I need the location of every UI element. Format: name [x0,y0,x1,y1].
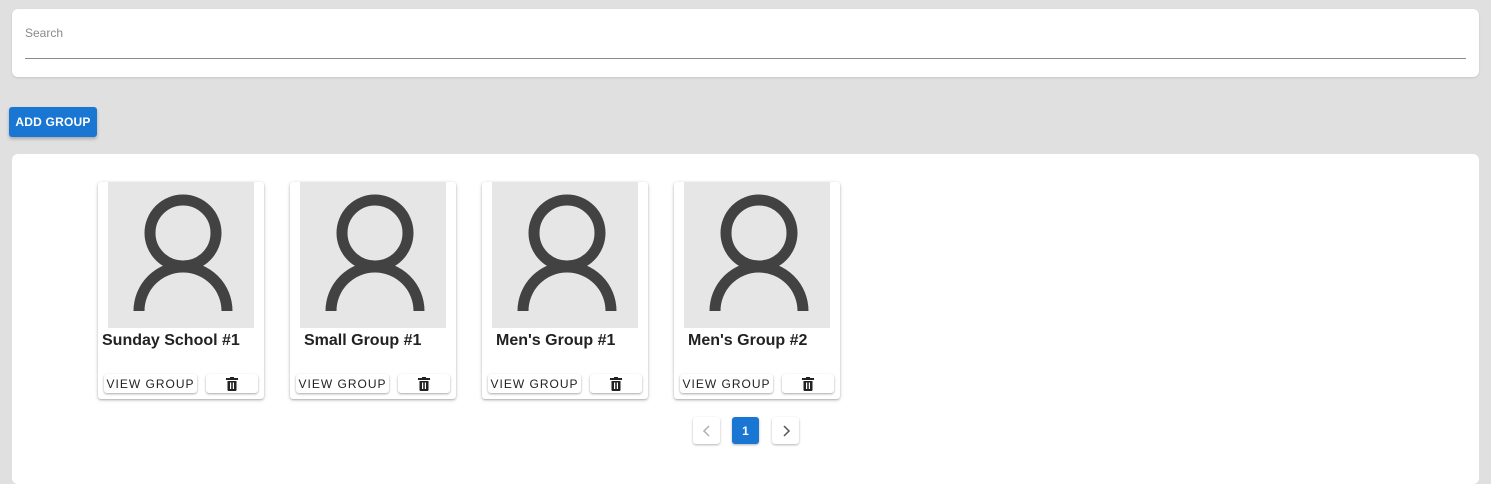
group-card: Small Group #1 VIEW GROUP [290,182,456,399]
delete-group-button[interactable] [206,374,258,393]
pagination-page-button[interactable]: 1 [732,417,759,444]
chevron-right-icon [782,424,790,437]
view-group-button[interactable]: VIEW GROUP [296,374,389,393]
group-avatar [492,182,638,328]
search-card: Search [12,9,1479,77]
group-avatar [108,182,254,328]
delete-group-button[interactable] [398,374,450,393]
group-card: Men's Group #2 VIEW GROUP [674,182,840,399]
group-name: Small Group #1 [304,332,422,349]
search-input[interactable] [25,39,1466,57]
group-avatar [684,182,830,328]
add-group-button[interactable]: ADD GROUP [9,107,97,137]
pagination-prev-button[interactable] [693,417,720,444]
chevron-left-icon [702,424,710,437]
group-name: Men's Group #2 [688,332,808,349]
view-group-button[interactable]: VIEW GROUP [488,374,581,393]
view-group-button[interactable]: VIEW GROUP [680,374,773,393]
pagination-next-button[interactable] [772,417,799,444]
search-label: Search [25,26,64,40]
trash-icon [802,376,814,391]
delete-group-button[interactable] [590,374,642,393]
group-name: Sunday School #1 [102,332,240,349]
trash-icon [418,376,430,391]
group-card: Men's Group #1 VIEW GROUP [482,182,648,399]
user-placeholder-icon [709,194,809,312]
search-underline [25,58,1466,59]
group-name: Men's Group #1 [496,332,616,349]
group-card: Sunday School #1 VIEW GROUP [98,182,264,399]
trash-icon [226,376,238,391]
trash-icon [610,376,622,391]
group-avatar [300,182,446,328]
user-placeholder-icon [517,194,617,312]
user-placeholder-icon [325,194,425,312]
user-placeholder-icon [133,194,233,312]
delete-group-button[interactable] [782,374,834,393]
view-group-button[interactable]: VIEW GROUP [104,374,197,393]
